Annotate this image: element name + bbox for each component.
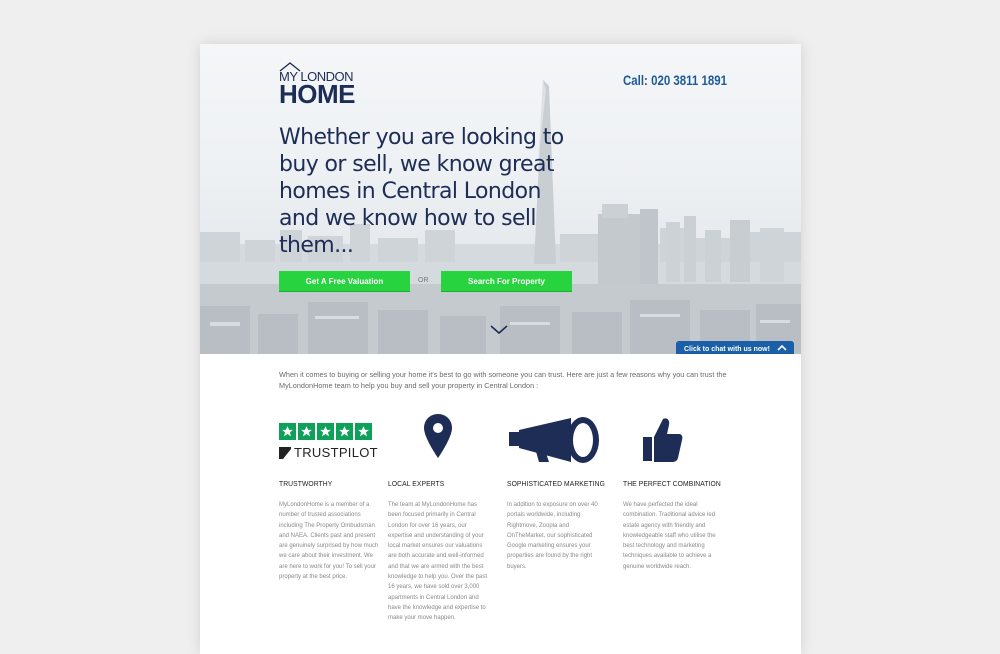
feature-text: We have perfected the ideal combination.… [623, 502, 716, 570]
feature-text: In addition to exposure on over 40 porta… [507, 502, 598, 570]
feature-title: TRUSTWORTHY [279, 479, 333, 488]
megaphone-icon [509, 417, 599, 463]
feature-text: The team at MyLondonHome has been focuse… [388, 502, 488, 622]
chat-label: Click to chat with us now! [684, 345, 770, 353]
chevron-up-icon [777, 344, 787, 351]
trustpilot-mark-icon [279, 446, 291, 459]
location-pin-icon [424, 414, 452, 458]
free-valuation-button[interactable]: Get A Free Valuation [279, 271, 410, 291]
feature-title: SOPHISTICATED MARKETING [507, 479, 605, 488]
landing-page: MY LONDON HOME Call: 020 3811 1891 Wheth… [200, 44, 801, 654]
phone-number-link[interactable]: Call: 020 3811 1891 [623, 72, 727, 88]
search-property-button[interactable]: Search For Property [441, 271, 572, 291]
feature-text: MyLondonHome is a member of a number of … [279, 502, 379, 581]
star-icon [355, 423, 372, 440]
intro-text: When it comes to buying or selling your … [279, 370, 727, 390]
site-logo[interactable]: MY LONDON HOME [279, 62, 356, 108]
hero-section: MY LONDON HOME Call: 020 3811 1891 Wheth… [200, 44, 801, 354]
logo-text-bottom: HOME [279, 79, 356, 109]
trustpilot-logo: TRUSTPILOT [279, 445, 378, 460]
star-icon [317, 423, 334, 440]
trustpilot-stars [279, 423, 372, 440]
hero-headline: Whether you are looking to buy or sell, … [279, 125, 564, 258]
star-icon [336, 423, 353, 440]
star-icon [279, 423, 296, 440]
chat-widget-tab[interactable]: Click to chat with us now! [676, 341, 794, 354]
chevron-down-icon[interactable] [490, 325, 508, 335]
feature-title: THE PERFECT COMBINATION [623, 479, 721, 488]
feature-title: LOCAL EXPERTS [388, 479, 445, 488]
star-icon [298, 423, 315, 440]
trustpilot-wordmark: TRUSTPILOT [294, 445, 378, 460]
thumbs-up-icon [643, 418, 683, 462]
or-separator: OR [418, 277, 429, 284]
